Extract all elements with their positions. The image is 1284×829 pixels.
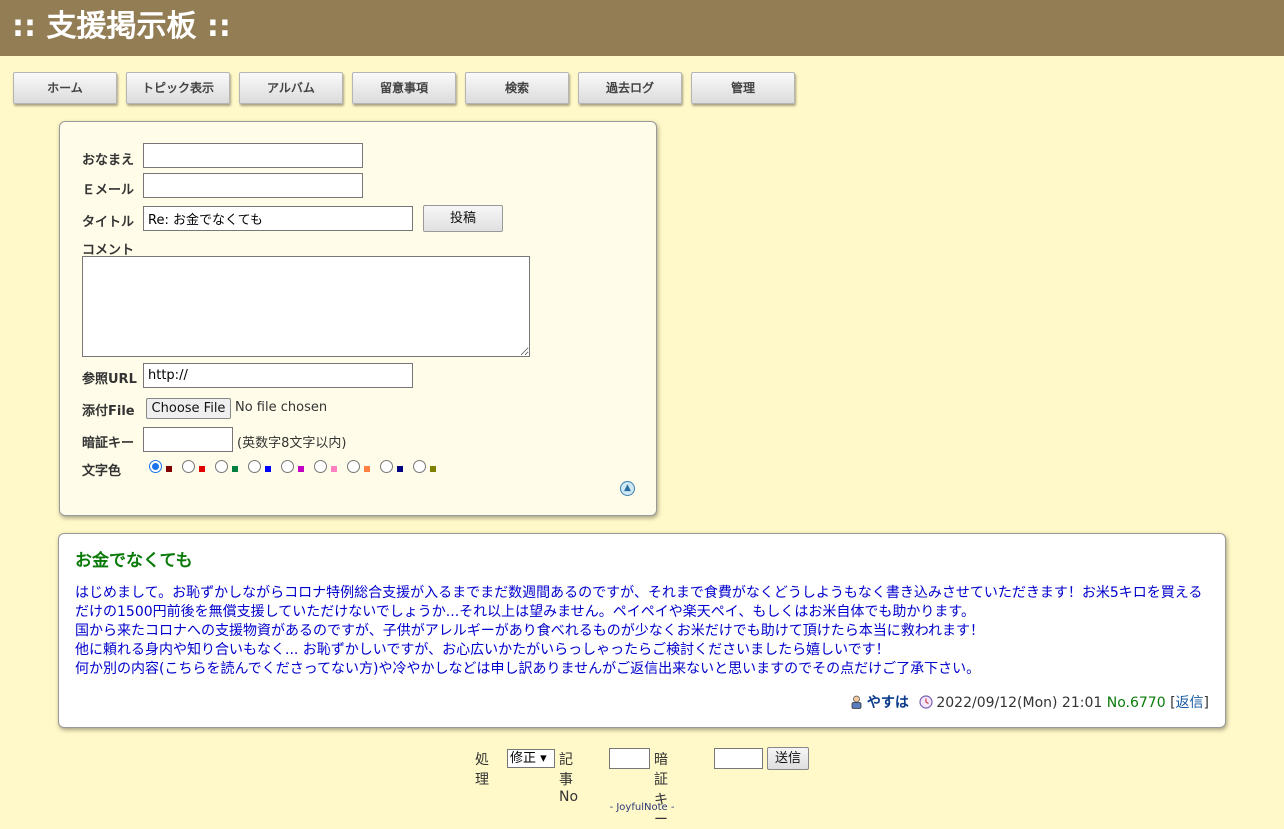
choose-file-button[interactable]: Choose File (146, 398, 231, 419)
nav-search-button[interactable]: 検索 (465, 72, 569, 104)
article-paragraph: 何か別の内容(こちらを読んでくださってない方)や冷やかしなどは申し訳ありませんが… (75, 661, 981, 677)
article-no-label: 記事No (559, 752, 579, 805)
bottom-password-input[interactable] (714, 748, 763, 769)
file-label: 添付File (82, 404, 135, 419)
article-no-input[interactable] (609, 748, 650, 769)
color-swatch (397, 466, 403, 472)
process-select[interactable]: 修正 ▾ (507, 749, 555, 768)
nav-album-button[interactable]: アルバム (239, 72, 343, 104)
color-swatch (430, 466, 436, 472)
scroll-up-icon[interactable]: ▲ (620, 481, 635, 496)
color-radio[interactable] (248, 460, 261, 473)
color-radio[interactable] (149, 460, 162, 473)
password-label: 暗証キー (82, 436, 135, 451)
color-swatch (331, 466, 337, 472)
send-button[interactable]: 送信 (767, 747, 809, 770)
comment-textarea[interactable] (82, 256, 530, 357)
article-author: やすは (866, 695, 909, 711)
article-title: お金でなくても (75, 551, 193, 571)
file-status: No file chosen (235, 400, 328, 415)
color-swatch (166, 466, 172, 472)
article-meta: やすは 2022/09/12(Mon) 21:01 No.6770 [返信] (850, 692, 1209, 712)
name-input[interactable] (143, 143, 363, 168)
email-input[interactable] (143, 173, 363, 198)
site-header: :: 支援掲示板 :: (0, 0, 1284, 56)
article-date: 2022/09/12(Mon) 21:01 (936, 695, 1103, 711)
site-title: :: 支援掲示板 :: (12, 9, 231, 44)
title-input[interactable] (143, 206, 413, 231)
color-radio[interactable] (314, 460, 327, 473)
post-button[interactable]: 投稿 (423, 205, 503, 232)
color-radio[interactable] (347, 460, 360, 473)
nav-topics-button[interactable]: トピック表示 (126, 72, 230, 104)
password-input[interactable] (143, 427, 233, 452)
bottom-password-label: 暗証キー (654, 752, 668, 828)
article-number: No.6770 (1106, 695, 1166, 711)
color-label: 文字色 (82, 464, 122, 479)
process-label: 処理 (475, 752, 489, 788)
nav-admin-button[interactable]: 管理 (691, 72, 795, 104)
footer-credit[interactable]: - JoyfulNote - (0, 802, 1284, 813)
color-swatch (232, 466, 238, 472)
color-radio[interactable] (413, 460, 426, 473)
color-swatch (199, 466, 205, 472)
article-paragraph: 他に頼れる身内や知り合いもなく... お恥ずかしいですが、お心広いかたがいらっし… (75, 642, 890, 658)
color-radio[interactable] (215, 460, 228, 473)
article-paragraph: はじめまして。お恥ずかしながらコロナ特例総合支援が入るまでまだ数週間あるのですが… (75, 585, 1203, 620)
color-radio[interactable] (182, 460, 195, 473)
reply-bracket-close: ] (1203, 695, 1209, 711)
nav-notes-button[interactable]: 留意事項 (352, 72, 456, 104)
article-paragraph: 国から来たコロナへの支援物資があるのですが、子供がアレルギーがあり食べれるものが… (75, 623, 985, 639)
color-swatch (265, 466, 271, 472)
email-label: Ｅメール (82, 183, 135, 198)
process-select-value: 修正 (510, 751, 537, 766)
color-radio[interactable] (380, 460, 393, 473)
color-swatch (298, 466, 304, 472)
name-label: おなまえ (82, 153, 135, 168)
article-card: お金でなくても はじめまして。お恥ずかしながらコロナ特例総合支援が入るまでまだ数… (58, 533, 1226, 728)
url-label: 参照URL (82, 372, 137, 387)
article-body: はじめまして。お恥ずかしながらコロナ特例総合支援が入るまでまだ数週間あるのですが… (75, 584, 1215, 679)
password-note: (英数字8文字以内) (237, 436, 347, 451)
url-input[interactable] (143, 363, 413, 388)
user-icon (850, 695, 863, 709)
nav-archive-button[interactable]: 過去ログ (578, 72, 682, 104)
post-form: おなまえ Ｅメール タイトル 投稿 コメント 参照URL 添付File Choo… (59, 121, 657, 516)
title-label: タイトル (82, 215, 135, 230)
clock-icon (919, 695, 933, 709)
nav-home-button[interactable]: ホーム (13, 72, 117, 104)
color-radio[interactable] (281, 460, 294, 473)
color-swatch (364, 466, 370, 472)
reply-link[interactable]: 返信 (1176, 695, 1204, 711)
